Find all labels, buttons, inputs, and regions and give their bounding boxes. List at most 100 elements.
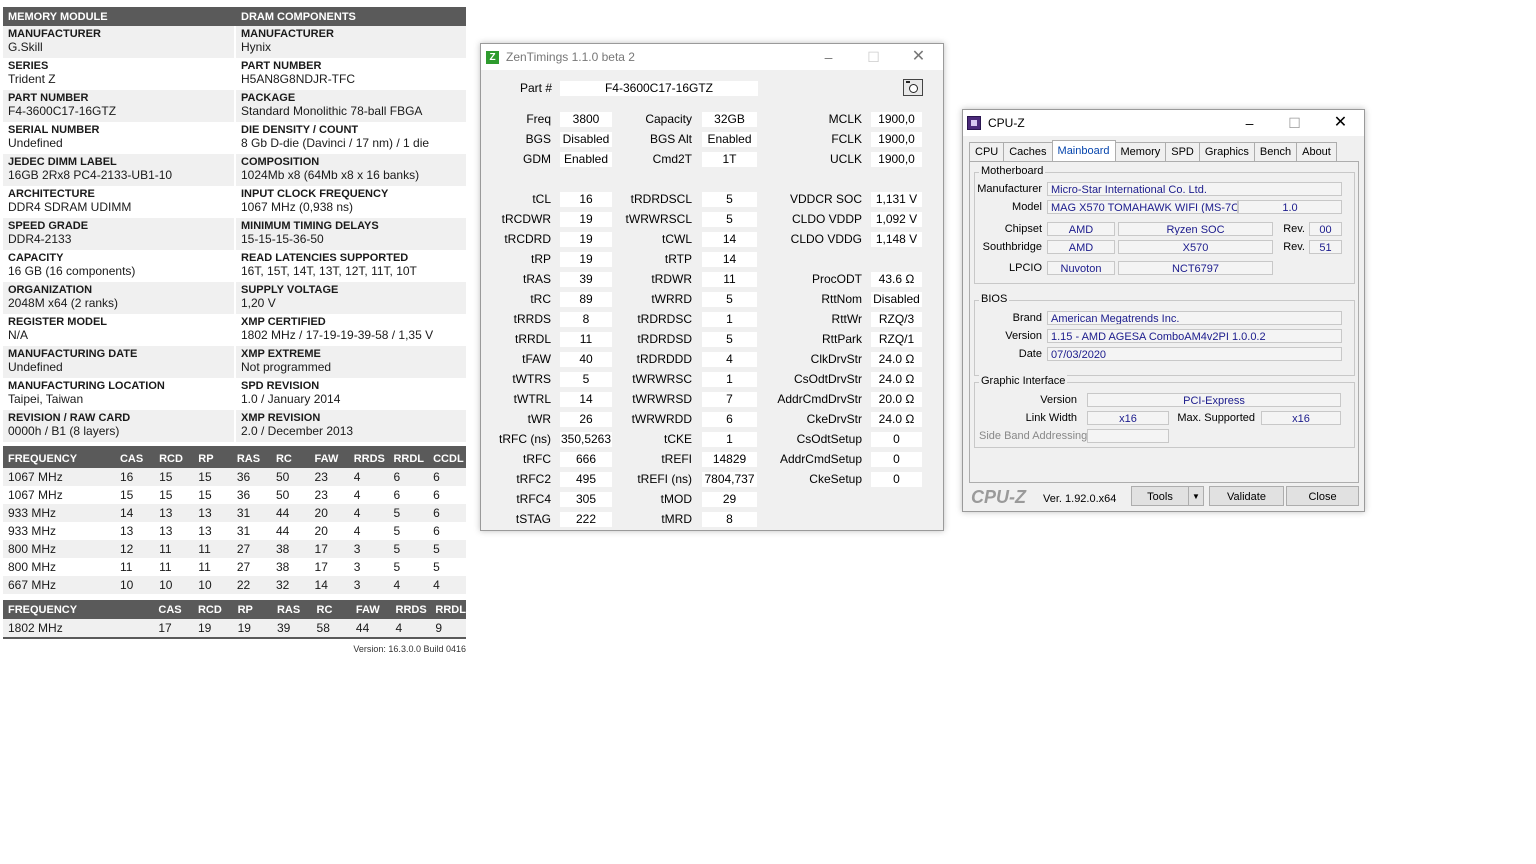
close-button[interactable]: ✕ xyxy=(1318,110,1363,136)
timing-value: 5 xyxy=(702,192,757,207)
table-cell: 3 xyxy=(348,576,389,594)
column-header: RP xyxy=(193,447,232,468)
tools-button[interactable]: Tools xyxy=(1131,486,1189,506)
table-cell: 5 xyxy=(388,540,429,558)
field-value: Undefined xyxy=(8,136,63,150)
table-cell: 31 xyxy=(231,522,271,540)
model-revision-value: 1.0 xyxy=(1238,200,1342,214)
timing-label: tRAS xyxy=(522,272,551,286)
table-cell: 17 xyxy=(153,619,193,638)
cpuz-window[interactable]: CPU-Z – ☐ ✕ CPU Caches Mainboard Memory SPD G… xyxy=(962,109,1365,512)
close-app-button[interactable]: Close xyxy=(1286,486,1359,506)
tab-about[interactable]: About xyxy=(1296,142,1337,161)
model-value: MAG X570 TOMAHAWK WIFI (MS-7C84) xyxy=(1047,200,1238,214)
zentimings-titlebar[interactable]: Z ZenTimings 1.1.0 beta 2 – ☐ ✕ xyxy=(481,44,943,70)
cpuz-logo: CPU-Z xyxy=(971,487,1026,507)
zentimings-window[interactable]: Z ZenTimings 1.1.0 beta 2 – ☐ ✕ Part # F… xyxy=(480,43,944,531)
timing-value: 14 xyxy=(560,392,612,407)
timing-row: tRCDWR 19 xyxy=(481,210,612,230)
timing-row: FCLK 1900,0 xyxy=(761,130,922,150)
tab-cpu[interactable]: CPU xyxy=(969,142,1005,161)
tab-spd[interactable]: SPD xyxy=(1165,142,1200,161)
field-value: Undefined xyxy=(8,360,63,374)
spd-info-row: SERIAL NUMBER Undefined DIE DENSITY / COUN… xyxy=(3,122,466,154)
table-row: 800 MHz 11 11 11 27 38 17 3 5 5 xyxy=(3,558,466,576)
lpcio-vendor-value: Nuvoton xyxy=(1047,261,1115,275)
table-cell: 800 MHz xyxy=(3,558,115,576)
motherboard-group-title: Motherboard xyxy=(979,165,1046,177)
timing-value: 20.0 Ω xyxy=(871,392,922,407)
timing-label: RttNom xyxy=(821,292,862,306)
screenshot-camera-icon[interactable] xyxy=(903,79,923,96)
timing-label: tRDRDSCL xyxy=(630,192,692,206)
timing-row: CsOdtSetup 0 xyxy=(761,430,922,450)
timing-row: RttPark RZQ/1 xyxy=(761,330,922,350)
table-cell: 14 xyxy=(309,576,349,594)
timing-value: 14 xyxy=(702,252,757,267)
timing-row: CkeSetup 0 xyxy=(761,470,922,490)
tab-memory[interactable]: Memory xyxy=(1114,142,1167,161)
timing-row xyxy=(481,170,612,190)
module-cell: REVISION / RAW CARD 0000h / B1 (8 layers) xyxy=(3,410,234,442)
timing-label: CLDO VDDP xyxy=(791,212,862,226)
timing-value: 305 xyxy=(560,492,612,507)
timing-row: CLDO VDDP 1,092 V xyxy=(761,210,922,230)
minimize-button[interactable]: – xyxy=(806,44,851,70)
timing-value: RZQ/1 xyxy=(871,332,922,347)
graphic-interface-group-title: Graphic Interface xyxy=(979,375,1068,387)
table-cell: 19 xyxy=(232,619,272,638)
module-cell: SPEED GRADE DDR4-2133 xyxy=(3,218,234,250)
table-cell: 36 xyxy=(231,486,271,504)
timing-row: tRP 19 xyxy=(481,250,612,270)
spd-info-row: SPEED GRADE DDR4-2133 MINIMUM TIMING DELAY… xyxy=(3,218,466,250)
field-value: Not programmed xyxy=(241,360,332,374)
timing-row: tRDRDSC 1 xyxy=(616,310,757,330)
close-button[interactable]: ✕ xyxy=(896,44,941,70)
timing-row: tREFI 14829 xyxy=(616,450,757,470)
validate-button[interactable]: Validate xyxy=(1209,486,1284,506)
timing-row: tRDRDSD 5 xyxy=(616,330,757,350)
chipset-label: Chipset xyxy=(1004,223,1042,235)
table-cell: 13 xyxy=(193,504,232,522)
timing-row: ProcODT 43.6 Ω xyxy=(761,270,922,290)
timing-value: 222 xyxy=(560,512,612,527)
table-cell: 12 xyxy=(114,540,155,558)
timing-row: tWRWRDD 6 xyxy=(616,410,757,430)
spd-info-row: CAPACITY 16 GB (16 components) READ LATENC… xyxy=(3,250,466,282)
timing-label: ProcODT xyxy=(811,272,862,286)
field-value: 15-15-15-36-50 xyxy=(241,232,324,246)
tab-caches[interactable]: Caches xyxy=(1003,142,1053,161)
table-cell: 15 xyxy=(154,486,194,504)
table-cell: 6 xyxy=(428,522,466,540)
field-value: F4-3600C17-16GTZ xyxy=(8,104,117,118)
table-cell: 4 xyxy=(348,522,389,540)
table-cell: 6 xyxy=(428,486,466,504)
cpuz-titlebar[interactable]: CPU-Z – ☐ ✕ xyxy=(963,110,1364,136)
timing-row: Cmd2T 1T xyxy=(616,150,757,170)
table-cell: 38 xyxy=(270,558,310,576)
tab-graphics[interactable]: Graphics xyxy=(1198,142,1255,161)
spd-info-rows: MANUFACTURER G.Skill MANUFACTURER Hynix SERI… xyxy=(3,26,466,442)
timing-label: tWR xyxy=(527,412,551,426)
table-cell: 4 xyxy=(348,486,389,504)
minimize-button[interactable]: – xyxy=(1227,110,1272,136)
field-value: DDR4 SDRAM UDIMM xyxy=(8,200,132,214)
timing-value: 16 xyxy=(560,192,612,207)
maximize-button[interactable]: ☐ xyxy=(851,44,896,70)
table-cell: 4 xyxy=(388,576,429,594)
timing-value: 24.0 Ω xyxy=(871,352,922,367)
tools-dropdown-arrow-icon[interactable]: ▼ xyxy=(1188,486,1204,506)
timing-value: 24.0 Ω xyxy=(871,412,922,427)
tab-bench[interactable]: Bench xyxy=(1253,142,1298,161)
timing-row: tWR 26 xyxy=(481,410,612,430)
column-header: RRDS xyxy=(390,600,431,619)
spd-info-row: MANUFACTURING DATE Undefined XMP EXTREME No… xyxy=(3,346,466,378)
table-cell: 6 xyxy=(428,504,466,522)
timing-value: 5 xyxy=(702,212,757,227)
table-cell: 5 xyxy=(428,558,466,576)
column-header: RP xyxy=(232,600,272,619)
tab-mainboard[interactable]: Mainboard xyxy=(1051,140,1116,161)
maximize-button[interactable]: ☐ xyxy=(1272,110,1317,136)
module-cell: PART NUMBER F4-3600C17-16GTZ xyxy=(3,90,234,122)
field-value: G.Skill xyxy=(8,40,43,54)
